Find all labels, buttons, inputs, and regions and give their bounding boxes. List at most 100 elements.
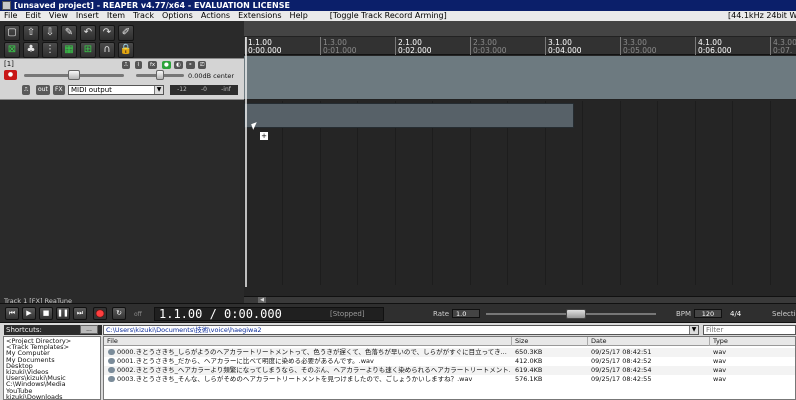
meter-mid-value: -0	[201, 86, 207, 93]
undo-icon[interactable]: ↶	[80, 25, 96, 41]
arrange-view[interactable]: 1.1.00 0:00.000 1.3.00 0:01.000 2.1.00 0:02.0…	[244, 21, 796, 303]
file-row[interactable]: 0003.きとうさきち_そんな、しらがそめのヘアカラートリートメントを見つけまし…	[104, 375, 795, 384]
column-type[interactable]: Type	[710, 337, 795, 346]
menu-item[interactable]: Item	[103, 11, 129, 21]
track-fx-icon[interactable]: fx	[148, 61, 158, 69]
bpm-input[interactable]: 120	[694, 309, 722, 318]
file-name-cell: 0000.きとうさきち_しらがようのヘアカラートリートメントって、色うきが遅くて…	[104, 348, 510, 357]
file-size: 576.1KB	[515, 375, 543, 383]
pause-button[interactable]: ❚❚	[56, 307, 70, 320]
menu-actions[interactable]: Actions	[197, 11, 234, 21]
redo-icon[interactable]: ↷	[99, 25, 115, 41]
ruler-time-label: 0:05.000	[623, 46, 657, 55]
ripple-icon[interactable]: ♣	[23, 42, 39, 58]
grid-line	[619, 101, 621, 285]
envelope-icon[interactable]: ⊞	[80, 42, 96, 58]
track-mute-icon[interactable]: ●	[162, 61, 171, 69]
menu-track[interactable]: Track	[129, 11, 158, 21]
grid-line	[507, 101, 508, 285]
meter-right-value: -inf	[221, 86, 231, 93]
column-date[interactable]: Date	[588, 337, 710, 346]
file-row[interactable]: 0000.きとうさきち_しらがようのヘアカラートリートメントって、色うきが遅くて…	[104, 348, 795, 357]
track-number: [1]	[4, 60, 14, 68]
go-to-start-button[interactable]: ⏮	[5, 307, 19, 320]
media-explorer: Shortcuts: ... <Project Directory> <Track…	[0, 323, 796, 400]
file-name: 0000.きとうさきち_しらがようのヘアカラートリートメントって、色うきが遅くて…	[117, 348, 507, 356]
new-file-icon[interactable]: ▢	[4, 25, 20, 41]
media-item[interactable]	[244, 103, 574, 128]
shortcuts-more-button[interactable]: ...	[80, 325, 98, 334]
ruler-tick	[470, 37, 471, 55]
file-row[interactable]: 0001.きとうさきち_だから、ヘアカラーに比べて明度に染める必要があるんです。…	[104, 357, 795, 366]
rate-label: Rate	[433, 310, 450, 318]
file-name: 0003.きとうさきち_そんな、しらがそめのヘアカラートリートメントを見つけまし…	[117, 375, 473, 383]
track-phase-icon[interactable]: ⚬	[186, 61, 195, 69]
lock-icon[interactable]: 🔒	[118, 42, 134, 58]
grid-line	[582, 101, 583, 285]
repeat-off-label: off	[134, 311, 142, 318]
audio-file-icon	[108, 358, 115, 364]
region-marker-lane[interactable]	[244, 21, 796, 37]
ruler-time-label: 0:04.000	[548, 46, 582, 55]
menu-file[interactable]: File	[0, 11, 21, 21]
volume-fader-knob[interactable]	[68, 70, 80, 80]
column-size[interactable]: Size	[512, 337, 588, 346]
main-toolbar-row-2: ⊠ ♣ ⋮ ▦ ⊞ ∩ 🔒	[4, 42, 134, 58]
grid-line	[469, 101, 471, 285]
menu-help[interactable]: Help	[286, 11, 312, 21]
pencil-icon[interactable]: ✐	[118, 25, 134, 41]
file-type: wav	[713, 357, 727, 365]
reaper-app-icon[interactable]	[2, 1, 11, 10]
grid-icon[interactable]: ⊠	[4, 42, 20, 58]
track-monitor-icon[interactable]: ⎚	[198, 61, 207, 69]
rate-slider-knob[interactable]	[566, 309, 586, 319]
track-fx-button[interactable]: FX	[53, 85, 65, 95]
midi-output-select[interactable]: MIDI output ▼	[68, 85, 164, 95]
menu-bar: File Edit View Insert Item Track Options Action…	[0, 11, 796, 21]
loop-icon[interactable]: ∩	[99, 42, 115, 58]
metronome-icon[interactable]: ▦	[61, 42, 77, 58]
main-toolbar-row-1: ▢ ⇧ ⇩ ✎ ↶ ↷ ✐	[4, 25, 134, 41]
menu-edit[interactable]: Edit	[21, 11, 45, 21]
stop-button[interactable]: ■	[39, 307, 53, 320]
file-row[interactable]: 0002.きとうさきち_ヘアカラーより頻繁になってしまうなら、そのぶん、ヘアカラ…	[104, 366, 795, 375]
record-arm-button[interactable]: ●	[4, 70, 17, 80]
path-input[interactable]: C:\Users\kizuki\Documents\技術\voice\haegi…	[103, 325, 699, 335]
menu-options[interactable]: Options	[158, 11, 197, 21]
column-file[interactable]: File	[104, 337, 512, 346]
file-size: 412.0KB	[515, 357, 543, 365]
action-hint-status: [Toggle Track Record Arming]	[329, 11, 447, 20]
file-list[interactable]: File Size Date Type 0000.きとうさきち_しらがようのヘア…	[103, 336, 796, 400]
chevron-down-icon[interactable]: ▼	[154, 86, 163, 94]
pan-fader-knob[interactable]	[156, 70, 164, 80]
record-button[interactable]	[93, 307, 107, 320]
chevron-down-icon[interactable]: ▼	[689, 326, 698, 334]
file-list-header: File Size Date Type	[104, 337, 795, 346]
play-button[interactable]: ▶	[22, 307, 36, 320]
snap-icon[interactable]: ⋮	[42, 42, 58, 58]
track-1-control-panel[interactable]: [1] ⎍ ⌇ fx ● ◐ ⚬ ⎚ ● 0.00dB center ⎍ out…	[0, 58, 244, 100]
track-out-button[interactable]: out	[36, 85, 50, 95]
track-io-icon[interactable]: ⎍	[122, 61, 130, 69]
shortcuts-list[interactable]: <Project Directory> <Track Templates> My C…	[3, 336, 101, 400]
menu-extensions[interactable]: Extensions	[234, 11, 285, 21]
track-control-panel-area: ▢ ⇧ ⇩ ✎ ↶ ↷ ✐ ⊠ ♣ ⋮ ▦ ⊞ ∩ 🔒 [1] ⎍ ⌇ fx ●…	[0, 21, 244, 305]
menu-insert[interactable]: Insert	[72, 11, 103, 21]
repeat-icon[interactable]: ↻	[112, 307, 126, 320]
track-1-lane[interactable]	[244, 56, 796, 100]
track-env-icon[interactable]: ⌇	[135, 61, 142, 69]
file-size: 619.4KB	[515, 366, 543, 374]
track-io-button[interactable]: ⎍	[22, 85, 31, 95]
track-solo-icon[interactable]: ◐	[174, 61, 183, 69]
audio-format-status[interactable]: [44.1kHz 24bit WA	[728, 11, 796, 21]
rate-input[interactable]: 1.0	[452, 309, 480, 318]
horizontal-scrollbar[interactable]: ◀	[244, 296, 796, 303]
filter-input[interactable]: Filter	[703, 325, 796, 335]
menu-view[interactable]: View	[45, 11, 72, 21]
wrench-icon[interactable]: ✎	[61, 25, 77, 41]
open-icon[interactable]: ⇧	[23, 25, 39, 41]
save-icon[interactable]: ⇩	[42, 25, 58, 41]
audio-file-icon	[108, 349, 115, 355]
time-signature[interactable]: 4/4	[730, 310, 741, 318]
go-to-end-button[interactable]: ⏭	[73, 307, 87, 320]
